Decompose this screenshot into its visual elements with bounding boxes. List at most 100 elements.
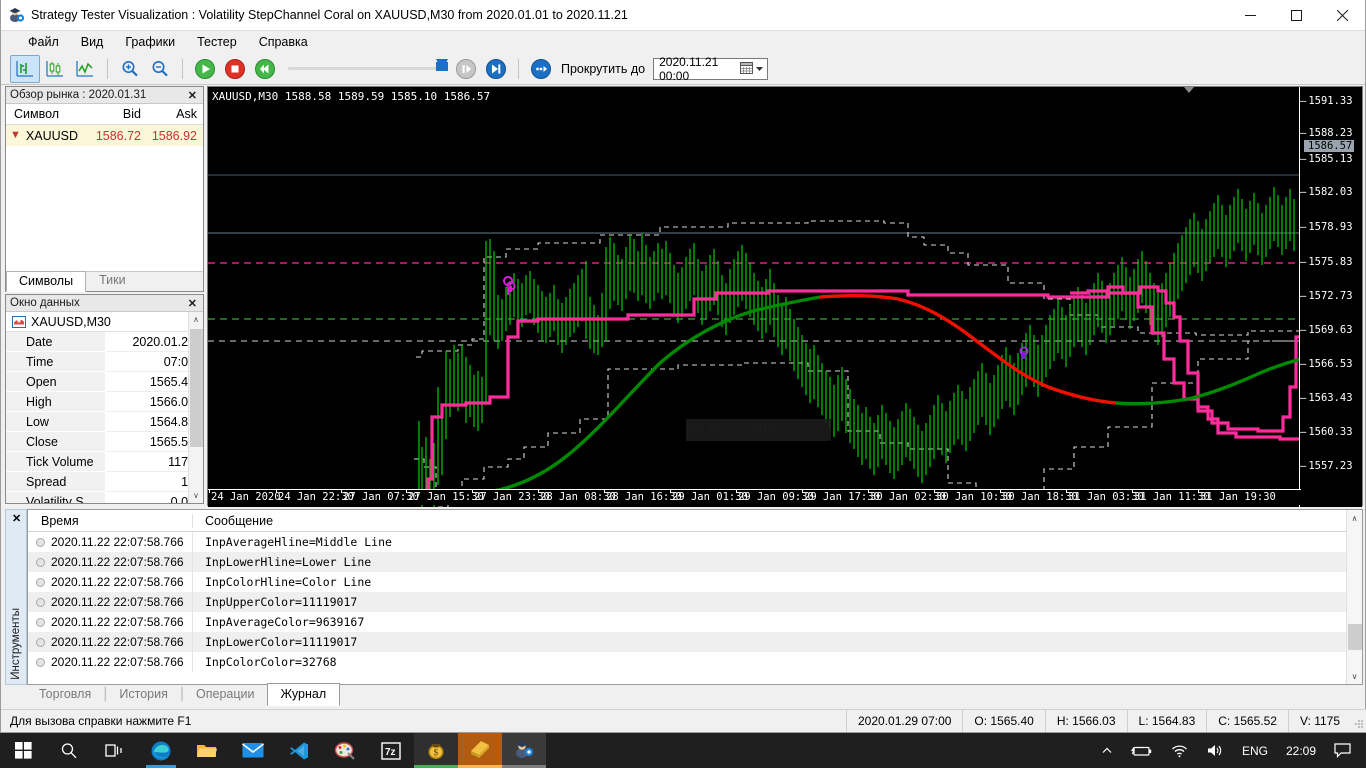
column-bid[interactable]: Bid bbox=[91, 107, 147, 121]
journal-row[interactable]: 2020.11.22 22:07:58.766 InpAverageColor=… bbox=[28, 612, 1362, 632]
sevenzip-icon[interactable]: 7z bbox=[368, 733, 414, 768]
line-chart-icon[interactable] bbox=[70, 55, 100, 83]
scroll-down-icon[interactable]: ∨ bbox=[189, 488, 203, 503]
paint-icon[interactable] bbox=[322, 733, 368, 768]
journal-row[interactable]: 2020.11.22 22:07:58.766 InpUpperColor=11… bbox=[28, 592, 1362, 612]
metatrader-icon[interactable]: $ bbox=[414, 733, 458, 768]
data-row: High 1566.03 bbox=[6, 392, 203, 412]
status-dot-icon bbox=[36, 537, 45, 547]
journal-row[interactable]: 2020.11.22 22:07:58.766 InpAverageHline=… bbox=[28, 532, 1362, 552]
play-icon[interactable] bbox=[190, 55, 220, 83]
menu-view[interactable]: Вид bbox=[70, 33, 115, 51]
journal-row[interactable]: 2020.11.22 22:07:58.766 InpColorColor=32… bbox=[28, 652, 1362, 672]
status-bar: Для вызова справки нажмите F1 2020.01.29… bbox=[1, 709, 1366, 732]
data-window-scrollbar[interactable]: ∧ ∨ bbox=[188, 312, 203, 503]
chevron-down-icon[interactable] bbox=[755, 62, 764, 76]
tray-language[interactable]: ENG bbox=[1233, 733, 1277, 768]
tab-symbols[interactable]: Символы bbox=[6, 271, 87, 292]
data-window-instrument-row[interactable]: XAUUSD,M30 bbox=[6, 312, 203, 332]
journal-time: 2020.11.22 22:07:58.766 bbox=[51, 655, 184, 669]
zoom-out-icon[interactable] bbox=[145, 55, 175, 83]
pause-icon[interactable] bbox=[451, 55, 481, 83]
metaeditor-icon[interactable] bbox=[458, 733, 502, 768]
journal-header: Время Сообщение bbox=[28, 510, 1362, 532]
notification-icon[interactable] bbox=[1325, 733, 1360, 768]
stop-icon[interactable] bbox=[220, 55, 250, 83]
chart-plot-area[interactable]: на весь экран bbox=[208, 87, 1301, 507]
market-watch-close-icon[interactable]: ✕ bbox=[186, 89, 199, 102]
bottom-dock: Инструменты ✕ Время Сообщение 2020.11.22… bbox=[5, 509, 1363, 706]
price-tick: –1578.93 bbox=[1300, 221, 1353, 233]
battery-icon[interactable] bbox=[1122, 733, 1162, 768]
status-datetime: 2020.01.29 07:00 bbox=[846, 710, 962, 732]
market-watch-panel: Обзор рынка : 2020.01.31 ✕ Символ Bid As… bbox=[5, 86, 204, 292]
maximize-button[interactable] bbox=[1273, 0, 1319, 31]
menu-file[interactable]: Файл bbox=[17, 33, 70, 51]
menu-help[interactable]: Справка bbox=[248, 33, 319, 51]
edge-icon[interactable] bbox=[138, 733, 184, 768]
mail-icon[interactable] bbox=[230, 733, 276, 768]
toolbar: Прокрутить до 2020.11.21 00:00 bbox=[1, 53, 1365, 85]
tab-trade[interactable]: Торговля bbox=[27, 684, 103, 705]
column-time[interactable]: Время bbox=[28, 513, 193, 528]
file-explorer-icon[interactable] bbox=[184, 733, 230, 768]
vscode-icon[interactable] bbox=[276, 733, 322, 768]
symbol-name: XAUUSD bbox=[25, 128, 78, 143]
market-watch-row[interactable]: ▼ XAUUSD 1586.72 1586.92 bbox=[6, 125, 203, 146]
calendar-icon[interactable] bbox=[740, 61, 754, 77]
resize-grip-icon[interactable] bbox=[1351, 710, 1366, 732]
time-tick: 31 Jan 19:30 bbox=[1198, 489, 1276, 503]
tab-history[interactable]: История bbox=[107, 684, 179, 705]
speed-slider-thumb[interactable] bbox=[436, 59, 448, 71]
scroll-down-icon[interactable]: ∨ bbox=[1347, 668, 1362, 684]
strategy-tester-icon[interactable] bbox=[502, 733, 546, 768]
menu-tester[interactable]: Тестер bbox=[186, 33, 248, 51]
scrollbar-thumb[interactable] bbox=[190, 329, 203, 447]
tray-chevron-up-icon[interactable] bbox=[1092, 733, 1122, 768]
price-tick: –1588.23 bbox=[1300, 127, 1353, 139]
column-symbol[interactable]: Символ bbox=[6, 107, 91, 121]
chart-window[interactable]: XAUUSD,M30 1588.58 1589.59 1585.10 1586.… bbox=[207, 86, 1363, 507]
start-button[interactable] bbox=[0, 733, 46, 768]
toolbox-vertical-tab[interactable]: Инструменты bbox=[5, 509, 27, 685]
status-high: H: 1566.03 bbox=[1044, 710, 1127, 732]
minimize-button[interactable] bbox=[1227, 0, 1273, 31]
wifi-icon[interactable] bbox=[1162, 733, 1197, 768]
candlestick-chart-icon[interactable] bbox=[40, 55, 70, 83]
scroll-up-icon[interactable]: ∧ bbox=[189, 312, 203, 327]
chart-price-axis[interactable]: –1591.33 –1588.23 1586.57 –1585.13 –1582… bbox=[1299, 87, 1362, 507]
data-key: Date bbox=[6, 332, 106, 352]
price-tick: –1582.03 bbox=[1300, 186, 1353, 198]
scroll-to-date-field[interactable]: 2020.11.21 00:00 bbox=[653, 55, 769, 83]
speaker-icon[interactable] bbox=[1197, 733, 1233, 768]
journal-row[interactable]: 2020.11.22 22:07:58.766 InpColorHline=Co… bbox=[28, 572, 1362, 592]
journal-row[interactable]: 2020.11.22 22:07:58.766 InpLowerHline=Lo… bbox=[28, 552, 1362, 572]
column-message[interactable]: Сообщение bbox=[193, 514, 1362, 528]
speed-slider[interactable] bbox=[288, 59, 448, 71]
data-row: Close 1565.52 bbox=[6, 432, 203, 452]
price-tick: –1566.53 bbox=[1300, 358, 1353, 370]
menu-charts[interactable]: Графики bbox=[114, 33, 186, 51]
tab-journal[interactable]: Журнал bbox=[266, 683, 341, 706]
zoom-in-icon[interactable] bbox=[115, 55, 145, 83]
step-forward-icon[interactable] bbox=[481, 55, 511, 83]
journal-close-icon[interactable]: ✕ bbox=[12, 512, 21, 525]
data-window-close-icon[interactable]: ✕ bbox=[186, 297, 199, 310]
journal-row[interactable]: 2020.11.22 22:07:58.766 InpLowerColor=11… bbox=[28, 632, 1362, 652]
tab-ticks[interactable]: Тики bbox=[86, 270, 139, 291]
scrollbar-thumb[interactable] bbox=[1348, 624, 1362, 650]
journal-scrollbar[interactable]: ∧ ∨ bbox=[1346, 510, 1362, 684]
window-controls bbox=[1227, 0, 1365, 31]
task-view-icon[interactable] bbox=[92, 733, 138, 768]
tab-operations[interactable]: Операции bbox=[184, 684, 266, 705]
close-button[interactable] bbox=[1319, 0, 1365, 31]
skip-to-icon[interactable] bbox=[526, 55, 556, 83]
chart-time-axis[interactable]: 24 Jan 2020 24 Jan 22:30 27 Jan 07:30 27… bbox=[208, 489, 1301, 505]
column-ask[interactable]: Ask bbox=[147, 107, 203, 121]
scroll-up-icon[interactable]: ∧ bbox=[1347, 510, 1362, 526]
tray-clock[interactable]: 22:09 bbox=[1277, 733, 1325, 768]
bar-chart-icon[interactable] bbox=[10, 54, 40, 83]
search-icon[interactable] bbox=[46, 733, 92, 768]
status-open: O: 1565.40 bbox=[962, 710, 1044, 732]
rewind-icon[interactable] bbox=[250, 55, 280, 83]
